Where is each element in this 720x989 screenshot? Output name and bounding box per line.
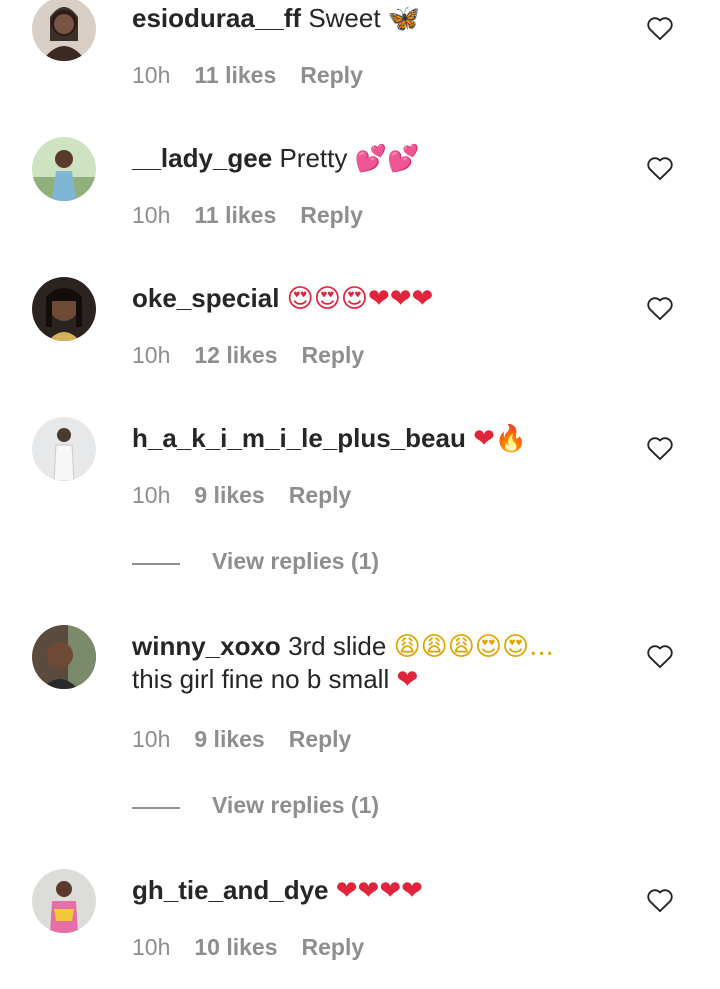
timestamp: 10h	[132, 934, 171, 960]
comment-text: h_a_k_i_m_i_le_plus_beau ❤🔥	[132, 422, 612, 455]
comment-meta: 10h 11 likes Reply	[132, 202, 363, 229]
timestamp: 10h	[132, 482, 171, 508]
comment-text: oke_special 😍😍😍❤❤❤	[132, 282, 612, 315]
avatar[interactable]	[32, 869, 96, 933]
timestamp: 10h	[132, 62, 171, 88]
divider-line	[132, 563, 180, 565]
emoji-text: ❤❤❤❤	[335, 876, 423, 906]
username[interactable]: oke_special	[132, 283, 279, 313]
comment-meta: 10h 9 likes Reply	[132, 726, 351, 753]
emoji-text: 🦋	[387, 4, 421, 34]
heart-outline-icon[interactable]	[646, 435, 674, 461]
username[interactable]: __lady_gee	[132, 143, 272, 173]
heart-outline-icon[interactable]	[646, 15, 674, 41]
reply-button[interactable]: Reply	[289, 482, 352, 508]
emoji-text: 😍😍😍❤❤❤	[286, 284, 434, 314]
avatar[interactable]	[32, 625, 96, 689]
likes-count[interactable]: 11 likes	[194, 62, 276, 88]
timestamp: 10h	[132, 202, 171, 228]
reply-button[interactable]: Reply	[302, 934, 365, 960]
emoji-text: 😩😩😩😍😍...	[393, 632, 554, 662]
avatar[interactable]	[32, 137, 96, 201]
avatar[interactable]	[32, 0, 96, 61]
timestamp: 10h	[132, 726, 171, 752]
comment-text: gh_tie_and_dye ❤❤❤❤	[132, 874, 612, 907]
avatar[interactable]	[32, 277, 96, 341]
heart-outline-icon[interactable]	[646, 887, 674, 913]
comment-meta: 10h 10 likes Reply	[132, 934, 364, 961]
emoji-text: 💕💕	[354, 144, 420, 174]
username[interactable]: gh_tie_and_dye	[132, 875, 329, 905]
comment-text: esioduraa__ff Sweet 🦋	[132, 3, 421, 34]
likes-count[interactable]: 9 likes	[194, 726, 264, 752]
reply-button[interactable]: Reply	[300, 62, 363, 88]
likes-count[interactable]: 9 likes	[194, 482, 264, 508]
username[interactable]: winny_xoxo	[132, 631, 281, 661]
likes-count[interactable]: 10 likes	[194, 934, 277, 960]
likes-count[interactable]: 11 likes	[194, 202, 276, 228]
reply-button[interactable]: Reply	[300, 202, 363, 228]
reply-button[interactable]: Reply	[302, 342, 365, 368]
divider-line	[132, 807, 180, 809]
reply-button[interactable]: Reply	[289, 726, 352, 752]
emoji-text: ❤🔥	[473, 424, 528, 454]
avatar[interactable]	[32, 417, 96, 481]
comment-text: __lady_gee Pretty 💕💕	[132, 143, 420, 174]
username[interactable]: h_a_k_i_m_i_le_plus_beau	[132, 423, 466, 453]
emoji-text: ❤	[396, 665, 419, 695]
timestamp: 10h	[132, 342, 171, 368]
heart-outline-icon[interactable]	[646, 155, 674, 181]
heart-outline-icon[interactable]	[646, 295, 674, 321]
comment-text: winny_xoxo 3rd slide 😩😩😩😍😍... this girl …	[132, 631, 554, 695]
comment-meta: 10h 12 likes Reply	[132, 342, 364, 369]
comment-meta: 10h 11 likes Reply	[132, 62, 363, 89]
heart-outline-icon[interactable]	[646, 643, 674, 669]
username[interactable]: esioduraa__ff	[132, 3, 301, 33]
likes-count[interactable]: 12 likes	[194, 342, 277, 368]
comment-meta: 10h 9 likes Reply	[132, 482, 351, 509]
